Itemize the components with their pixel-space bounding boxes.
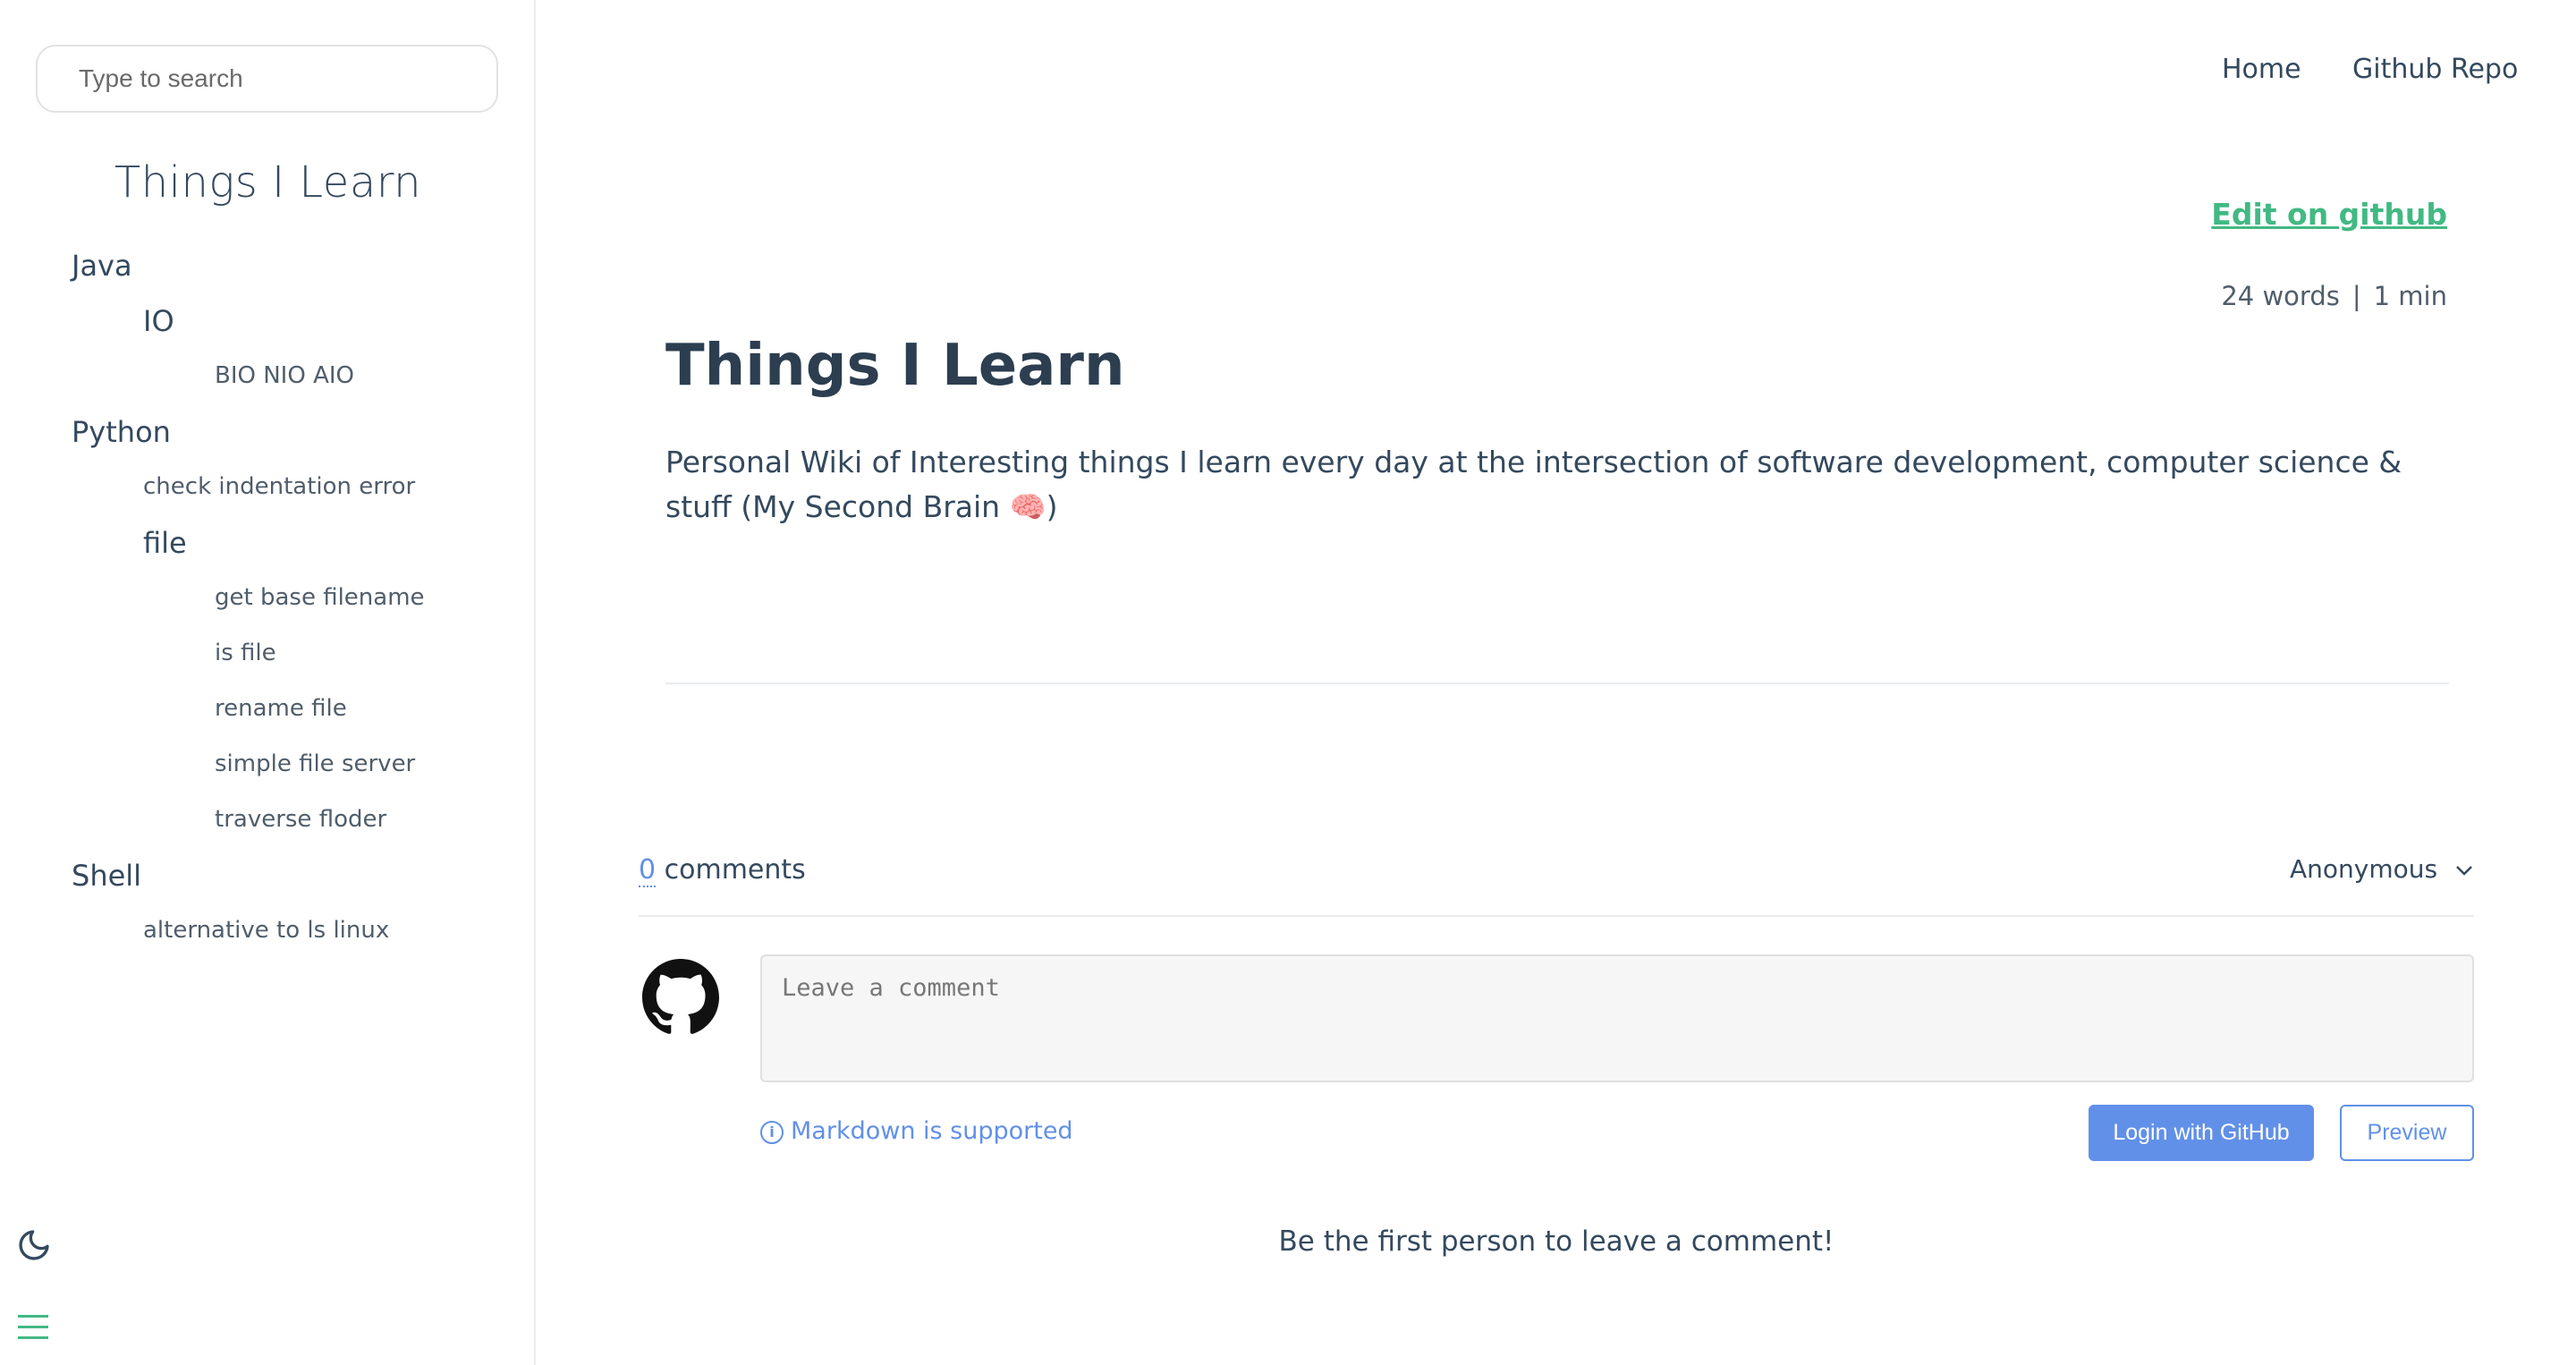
nav-java[interactable]: Java — [72, 249, 132, 283]
search-box — [36, 45, 498, 113]
meta-separator: | — [2351, 281, 2361, 311]
page-title: Things I Learn — [665, 333, 1125, 399]
reading-meta: 24 words | 1 min — [2221, 281, 2447, 311]
content-divider — [665, 682, 2449, 684]
word-count: 24 words — [2221, 281, 2340, 311]
page: Things I Learn Java IO BIO NIO AIO Pytho… — [0, 0, 2576, 1365]
info-icon: i — [760, 1120, 784, 1144]
comment-box — [760, 954, 2474, 1082]
hamburger-menu-icon[interactable] — [16, 1312, 52, 1343]
nav-check-indentation-error[interactable]: check indentation error — [143, 473, 415, 500]
comment-count[interactable]: 0 — [639, 854, 657, 887]
nav-bio-nio-aio[interactable]: BIO NIO AIO — [215, 362, 354, 389]
edit-on-github-link[interactable]: Edit on github — [2211, 197, 2447, 232]
user-dropdown[interactable]: Anonymous — [2290, 854, 2474, 884]
nav-home-link[interactable]: Home — [2222, 54, 2301, 85]
intro-paragraph: Personal Wiki of Interesting things I le… — [665, 445, 2402, 524]
app-name-text: Things I Learn — [114, 157, 422, 208]
comments-header: 0 comments — [639, 854, 806, 887]
nav-rename-file[interactable]: rename file — [215, 695, 347, 722]
login-with-github-button[interactable]: Login with GitHub — [2089, 1105, 2314, 1161]
user-name: Anonymous — [2290, 854, 2438, 884]
read-time: 1 min — [2373, 281, 2447, 311]
chevron-down-icon — [2456, 866, 2472, 876]
markdown-note-text: Markdown is supported — [791, 1117, 1073, 1145]
preview-button[interactable]: Preview — [2340, 1105, 2474, 1161]
moon-icon[interactable] — [16, 1227, 52, 1263]
comments-label: comments — [664, 854, 806, 886]
empty-comments-message: Be the first person to leave a comment! — [1278, 1225, 1835, 1258]
nav-alternative-to-ls[interactable]: alternative to ls linux — [143, 917, 389, 944]
nav-shell[interactable]: Shell — [72, 859, 141, 893]
app-name[interactable]: Things I Learn — [0, 157, 536, 208]
markdown-supported-link[interactable]: i Markdown is supported — [760, 1117, 1073, 1145]
search-input[interactable] — [38, 47, 496, 111]
sidebar: Things I Learn Java IO BIO NIO AIO Pytho… — [0, 0, 536, 1365]
nav-python[interactable]: Python — [72, 415, 171, 449]
github-logo-icon — [642, 959, 719, 1036]
nav-simple-file-server[interactable]: simple file server — [215, 750, 415, 777]
comment-textarea[interactable] — [762, 956, 2472, 1081]
nav-traverse-floder[interactable]: traverse floder — [215, 806, 386, 833]
nav-is-file[interactable]: is file — [215, 640, 276, 666]
nav-java-io[interactable]: IO — [143, 304, 174, 338]
nav-get-base-filename[interactable]: get base filename — [215, 584, 425, 611]
nav-python-file[interactable]: file — [143, 526, 187, 560]
comments-divider — [639, 915, 2474, 917]
nav-github-repo-link[interactable]: Github Repo — [2352, 54, 2518, 85]
